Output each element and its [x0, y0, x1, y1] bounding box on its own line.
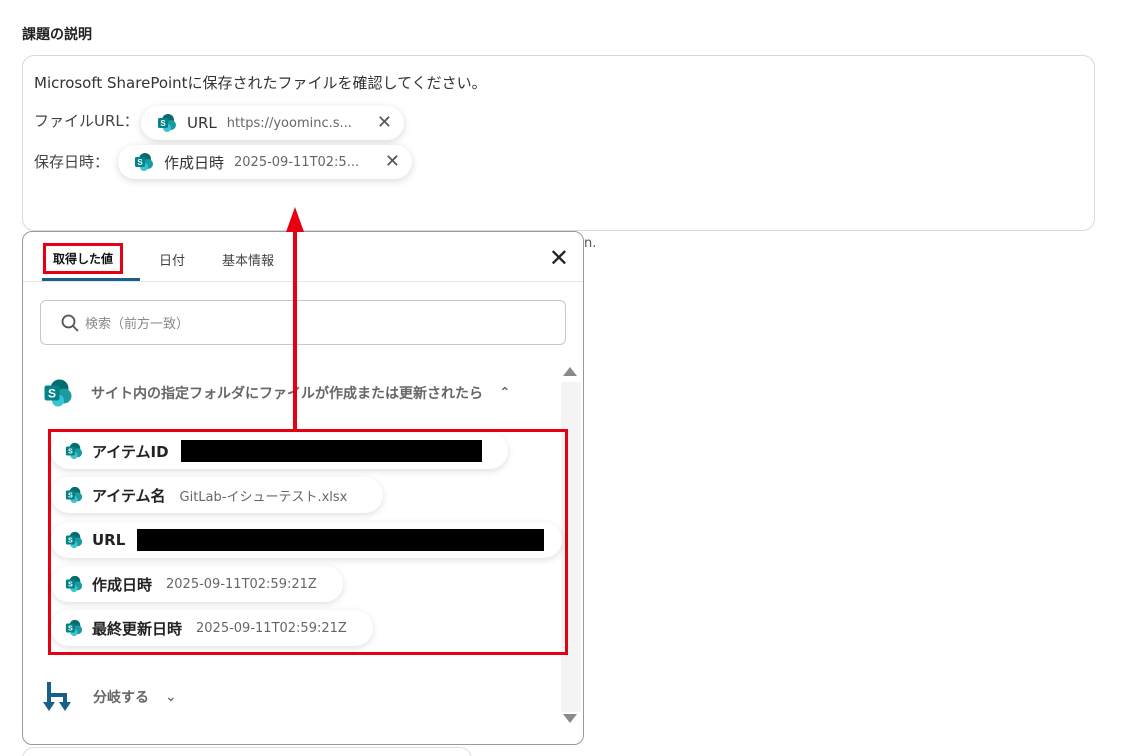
group-title: サイト内の指定フォルダにファイルが作成または更新されたら	[91, 386, 483, 402]
branch-icon	[43, 682, 71, 711]
list-item[interactable]: S URL	[51, 522, 562, 558]
bottom-field[interactable]	[22, 747, 472, 756]
chip-value: 2025-09-11T02:5...	[234, 154, 360, 170]
close-icon[interactable]: ✕	[385, 153, 400, 171]
item-name: アイテム名	[92, 486, 166, 505]
sharepoint-icon: S	[158, 114, 176, 132]
search-icon	[61, 314, 79, 331]
redacted-value	[180, 440, 482, 462]
chip-name: URL	[187, 114, 217, 132]
created-date-variable-chip[interactable]: S 作成日時 2025-09-11T02:5... ✕	[118, 145, 412, 179]
chip-value: https://yoominc.s...	[226, 115, 352, 131]
tab-acquired-values[interactable]: 取得した値	[43, 243, 124, 274]
list-item[interactable]: S アイテム名 GitLab-イシューテスト.xlsx	[51, 477, 383, 513]
group-header[interactable]: S サイト内の指定フォルダにファイルが作成または更新されたら ⌃	[43, 378, 511, 408]
tab-basic-info[interactable]: 基本情報	[222, 250, 274, 269]
item-name: 最終更新日時	[92, 619, 183, 638]
chip-name: 作成日時	[164, 153, 225, 172]
svg-text:S: S	[68, 536, 73, 545]
description-text: Microsoft SharePointに保存されたファイルを確認してください。	[34, 74, 487, 92]
redacted-value	[137, 529, 545, 551]
svg-text:S: S	[137, 158, 143, 167]
branch-label: 分岐する	[93, 690, 149, 706]
chevron-up-icon[interactable]: ⌃	[499, 385, 511, 401]
tab-active-underline	[42, 278, 140, 281]
truncated-note: n.	[584, 236, 597, 251]
sharepoint-icon: S	[65, 486, 83, 504]
svg-text:S: S	[68, 624, 73, 633]
item-name: アイテムID	[92, 442, 169, 461]
sharepoint-icon: S	[65, 531, 83, 549]
file-url-label: ファイルURL：	[34, 112, 139, 130]
svg-text:S: S	[48, 387, 56, 401]
sharepoint-icon: S	[65, 442, 83, 460]
description-box[interactable]: Microsoft SharePointに保存されたファイルを確認してください。…	[22, 55, 1095, 231]
close-icon[interactable]: ✕	[377, 114, 392, 132]
chevron-down-icon[interactable]: ⌄	[165, 689, 177, 705]
item-name: URL	[92, 531, 126, 549]
search-placeholder: 検索（前方一致）	[85, 317, 190, 332]
tab-bar: 取得した値 日付 基本情報 ✕	[23, 232, 583, 282]
tab-date[interactable]: 日付	[159, 250, 185, 269]
item-value: GitLab-イシューテスト.xlsx	[179, 489, 348, 505]
list-item[interactable]: S 最終更新日時 2025-09-11T02:59:21Z	[51, 610, 373, 646]
item-value: 2025-09-11T02:59:21Z	[166, 576, 317, 592]
sharepoint-icon: S	[65, 619, 83, 637]
sharepoint-icon: S	[135, 153, 153, 171]
svg-text:S: S	[160, 119, 166, 128]
sharepoint-icon: S	[44, 379, 72, 407]
list-item[interactable]: S 作成日時 2025-09-11T02:59:21Z	[51, 566, 343, 602]
arrow-head	[286, 207, 304, 232]
item-value: 2025-09-11T02:59:21Z	[196, 620, 347, 636]
list-item[interactable]: S アイテムID	[51, 433, 508, 469]
scroll-down-icon[interactable]	[563, 714, 577, 723]
url-variable-chip[interactable]: S URL https://yoominc.s... ✕	[141, 106, 404, 140]
svg-text:S: S	[68, 491, 73, 500]
close-icon[interactable]: ✕	[549, 246, 569, 270]
item-name: 作成日時	[92, 575, 153, 594]
svg-text:S: S	[68, 580, 73, 589]
branch-group-header[interactable]: 分岐する ⌄	[43, 680, 177, 714]
variable-picker-panel: 取得した値 日付 基本情報 ✕ 検索（前方一致） S サイト内の指定フォルダにフ…	[22, 231, 584, 745]
section-title: 課題の説明	[22, 27, 92, 43]
scroll-up-icon[interactable]	[563, 367, 577, 376]
arrow-line	[293, 230, 297, 430]
saved-date-label: 保存日時：	[34, 153, 110, 171]
sharepoint-icon: S	[65, 575, 83, 593]
search-input[interactable]: 検索（前方一致）	[40, 300, 566, 345]
svg-text:S: S	[68, 447, 73, 456]
